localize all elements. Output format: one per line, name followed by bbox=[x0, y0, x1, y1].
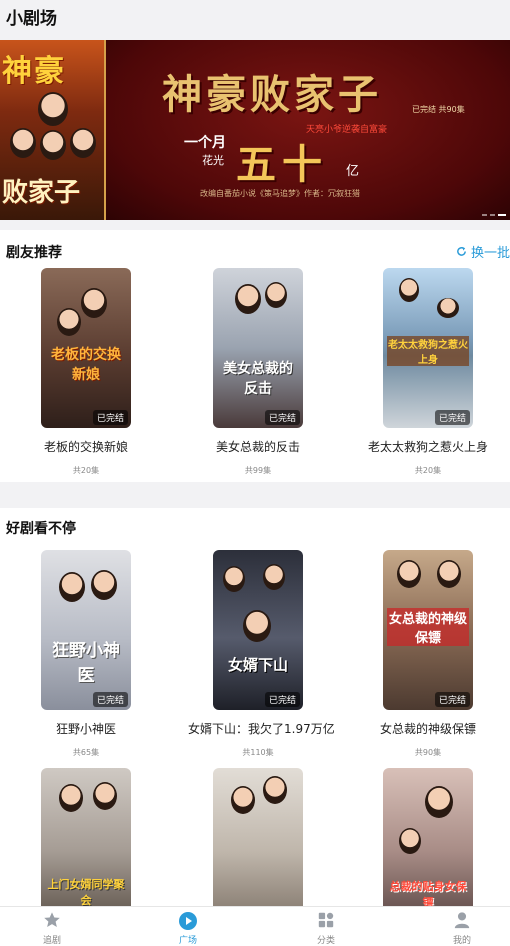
drama-cover[interactable]: 上门女婿同学聚会 bbox=[41, 768, 131, 908]
drama-name: 老板的交换新娘 bbox=[43, 440, 128, 454]
drama-cover[interactable]: 老太太救狗之惹火上身 已完结 bbox=[383, 268, 473, 428]
episode-count: 共110集 bbox=[242, 748, 274, 757]
banner-headline: 神豪败家子 bbox=[162, 71, 382, 118]
refresh-button[interactable]: 换一批 bbox=[456, 242, 510, 261]
status-badge: 已完结 bbox=[264, 410, 300, 425]
refresh-label: 换一批 bbox=[470, 246, 510, 261]
user-icon bbox=[432, 911, 492, 931]
status-badge: 已完结 bbox=[264, 692, 300, 707]
drama-card[interactable]: 上门女婿同学聚会 bbox=[16, 768, 156, 908]
drama-name: 美女总裁的反击 bbox=[215, 440, 300, 454]
carousel-indicator[interactable] bbox=[482, 214, 506, 216]
refresh-icon bbox=[456, 246, 467, 261]
drama-cover[interactable]: 老板的交换新娘 已完结 bbox=[41, 268, 131, 428]
cover-text: 女总裁的神级保镖 bbox=[387, 608, 469, 646]
drama-card[interactable]: 老太太救狗之惹火上身 已完结 老太太救狗之惹火上身 共20集 bbox=[358, 268, 498, 476]
tab-follow[interactable]: 追剧 bbox=[22, 911, 82, 946]
poster-title-top: 神豪 bbox=[2, 54, 66, 89]
cover-text: 上门女婿同学聚会 bbox=[47, 878, 125, 907]
drama-cover[interactable]: 女婿下山 已完结 bbox=[213, 550, 303, 710]
drama-name: 狂野小神医 bbox=[55, 722, 116, 736]
tab-square[interactable]: 广场 bbox=[158, 911, 218, 946]
recommend-section: 剧友推荐 换一批 老板的交换新娘 已完结 老板的交换新娘 共20集 美女总裁的反… bbox=[0, 230, 510, 482]
cover-text: 老太太救狗之惹火上身 bbox=[387, 336, 469, 366]
banner-big-number: 五十 bbox=[236, 141, 328, 188]
carousel-dot[interactable] bbox=[490, 214, 495, 216]
drama-card[interactable]: 总裁的贴身女保镖 bbox=[358, 768, 498, 908]
status-badge: 已完结 bbox=[92, 692, 128, 707]
drama-card[interactable]: 老板的交换新娘 已完结 老板的交换新娘 共20集 bbox=[16, 268, 156, 476]
top-bar: 小剧场 bbox=[0, 0, 510, 38]
tab-label: 广场 bbox=[178, 936, 197, 946]
banner-poster: 神豪 败家子 bbox=[0, 40, 106, 220]
drama-cover[interactable]: 总裁的贴身女保镖 bbox=[383, 768, 473, 908]
poster-title-bottom: 败家子 bbox=[2, 178, 81, 208]
status-badge: 已完结 bbox=[434, 692, 470, 707]
banner-unit: 亿 bbox=[346, 164, 360, 179]
cover-text: 女婿下山 bbox=[227, 656, 288, 674]
cover-text: 美女总裁的反击 bbox=[223, 361, 293, 397]
poster-cast bbox=[8, 92, 98, 170]
banner-main: 神豪败家子 已完结 共90集 天亮小爷逆袭自富豪 一个月 花光 五十 亿 改编自… bbox=[106, 40, 510, 220]
star-icon bbox=[22, 911, 82, 931]
bottom-tab-bar: 追剧 广场 分类 我的 bbox=[0, 906, 510, 946]
recommend-title: 剧友推荐 bbox=[6, 245, 62, 261]
drama-name: 老太太救狗之惹火上身 bbox=[367, 440, 488, 454]
grid-icon bbox=[296, 911, 356, 931]
page-title: 小剧场 bbox=[6, 9, 57, 29]
tab-category[interactable]: 分类 bbox=[296, 911, 356, 946]
cover-text: 狂野小神医 bbox=[52, 641, 120, 686]
carousel-dot[interactable] bbox=[482, 214, 487, 216]
banner-month: 一个月 bbox=[184, 135, 226, 151]
banner-credit: 改编自番茄小说《策马追梦》作者：冗叙狂猎 bbox=[200, 189, 360, 198]
more-covers-row: 上门女婿同学聚会 总裁的贴身女保镖 bbox=[0, 768, 510, 908]
status-badge: 已完结 bbox=[434, 410, 470, 425]
hero-banner[interactable]: 神豪 败家子 神豪败家子 已完结 共90集 天亮小爷逆袭自富豪 一个月 花光 五… bbox=[0, 40, 510, 220]
play-icon bbox=[158, 911, 218, 931]
episode-count: 共65集 bbox=[72, 748, 100, 757]
drama-cover[interactable] bbox=[213, 768, 303, 908]
banner-spend: 花光 bbox=[202, 154, 224, 167]
drama-card[interactable]: 狂野小神医 已完结 狂野小神医 共65集 bbox=[16, 550, 156, 758]
tab-label: 分类 bbox=[316, 936, 335, 946]
drama-cover[interactable]: 美女总裁的反击 已完结 bbox=[213, 268, 303, 428]
cover-text: 总裁的贴身女保镖 bbox=[389, 880, 467, 908]
carousel-dot-active[interactable] bbox=[498, 214, 506, 216]
drama-card[interactable]: 女总裁的神级保镖 已完结 女总裁的神级保镖 共90集 bbox=[358, 550, 498, 758]
tab-label: 我的 bbox=[452, 936, 471, 946]
drama-cover[interactable]: 女总裁的神级保镖 已完结 bbox=[383, 550, 473, 710]
status-badge: 已完结 bbox=[92, 410, 128, 425]
cover-text: 老板的交换新娘 bbox=[51, 347, 121, 383]
drama-card[interactable]: 女婿下山 已完结 女婿下山：我欠了1.97万亿 共110集 bbox=[188, 550, 335, 758]
episode-count: 共90集 bbox=[414, 748, 442, 757]
episode-count: 共20集 bbox=[72, 466, 100, 475]
drama-cover[interactable]: 狂野小神医 已完结 bbox=[41, 550, 131, 710]
drama-name: 女婿下山：我欠了1.97万亿 bbox=[188, 722, 335, 736]
drama-name: 女总裁的神级保镖 bbox=[379, 722, 476, 736]
tab-label: 追剧 bbox=[42, 936, 61, 946]
drama-card[interactable] bbox=[188, 768, 328, 908]
episode-count: 共20集 bbox=[414, 466, 442, 475]
episode-count: 共99集 bbox=[244, 466, 272, 475]
banner-status: 已完结 共90集 bbox=[412, 105, 465, 114]
drama-card[interactable]: 美女总裁的反击 已完结 美女总裁的反击 共99集 bbox=[188, 268, 328, 476]
binge-title: 好剧看不停 bbox=[6, 521, 76, 537]
tab-mine[interactable]: 我的 bbox=[432, 911, 492, 946]
